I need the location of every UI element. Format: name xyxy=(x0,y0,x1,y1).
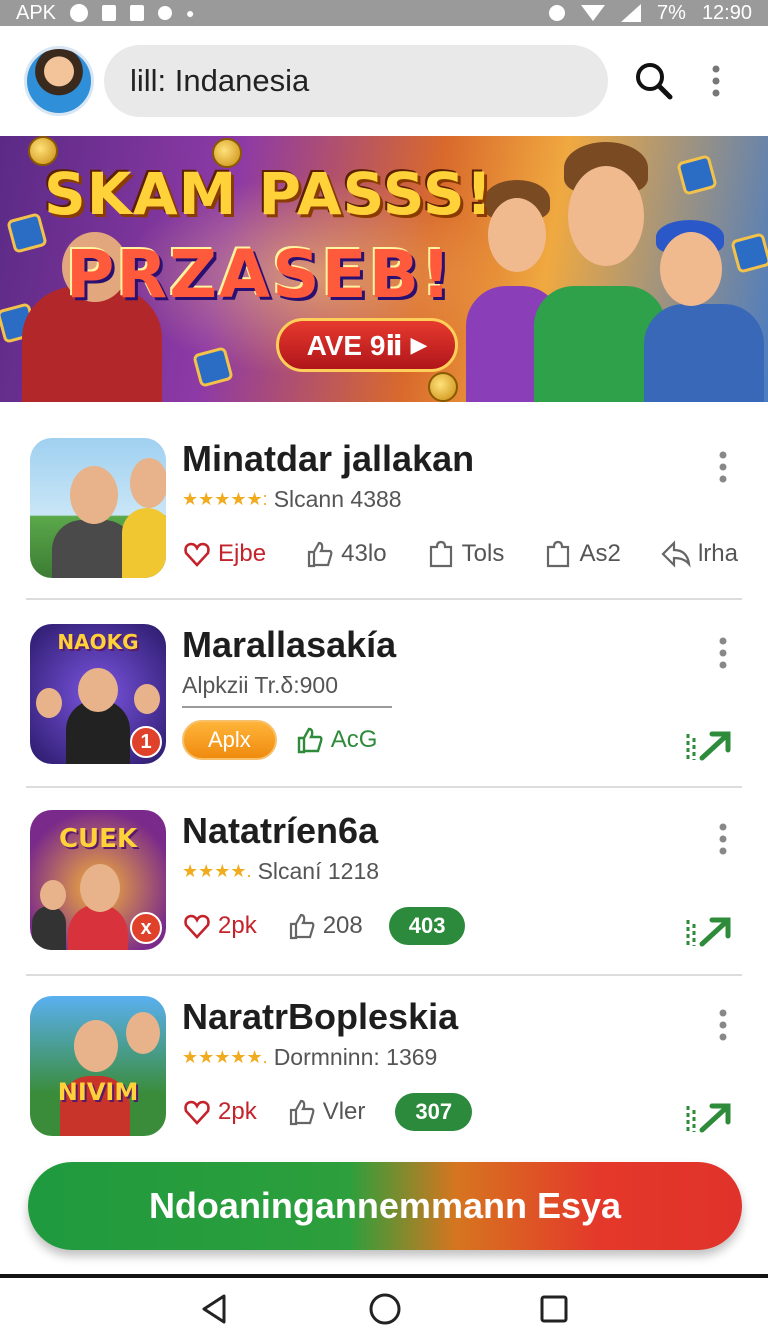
app-title[interactable]: NaratrBopleskia xyxy=(182,996,458,1038)
count-pill[interactable]: 403 xyxy=(388,907,466,945)
rating-stars: ★★★★. xyxy=(182,861,252,881)
item-actions: Aplx AcG xyxy=(182,720,377,760)
action-thumbs-up[interactable]: 43lo xyxy=(305,539,387,569)
puzzle-icon xyxy=(429,540,452,568)
banner-cta-button[interactable]: AVE 9ⅱ ▶ xyxy=(276,318,458,372)
rating-stars: ★★★★★. xyxy=(182,1047,268,1067)
more-vert-icon[interactable] xyxy=(706,59,726,103)
search-bar[interactable]: lill: Indanesia xyxy=(104,45,608,117)
nav-bar-edge xyxy=(0,1274,768,1278)
app-subtitle-text: Slcaní 1218 xyxy=(257,858,380,884)
app-thumbnail[interactable] xyxy=(30,438,166,578)
file-icon xyxy=(130,5,145,21)
status-bar: APK ● 7% 12:90 xyxy=(0,0,768,26)
thumbs-up-icon xyxy=(289,1099,315,1126)
banner-cta-label: AVE 9ⅱ xyxy=(306,329,403,361)
more-vert-icon[interactable] xyxy=(718,1008,734,1042)
back-icon[interactable] xyxy=(198,1292,232,1326)
coin-graphic xyxy=(428,372,458,402)
action-tools[interactable]: Tols xyxy=(426,539,504,569)
status-app-label: APK xyxy=(16,1,57,24)
search-bar-text: lill: Indanesia xyxy=(130,63,310,98)
alarm-icon xyxy=(549,5,566,21)
home-icon[interactable] xyxy=(367,1291,403,1327)
more-notifications-icon: ● xyxy=(186,5,195,21)
thumbs-up-icon xyxy=(289,913,315,940)
banner-headline: SKAM PASSS! xyxy=(44,160,494,228)
app-thumbnail[interactable]: NIVIM xyxy=(30,996,166,1136)
badge-count: 1 xyxy=(130,726,162,758)
avatar[interactable] xyxy=(24,46,94,116)
system-nav-bar xyxy=(0,1274,768,1344)
action-share[interactable]: As2 xyxy=(543,539,621,569)
action-thumbs-up[interactable]: AcG xyxy=(295,725,377,755)
promo-banner[interactable]: SKAM PASSS! PRZASEB! AVE 9ⅱ ▶ xyxy=(0,136,768,402)
app-subtitle-text: Alpkzii Tr.δ:900 xyxy=(182,672,338,698)
action-thumbs-up[interactable]: 208 xyxy=(287,911,363,941)
share-arrow-icon xyxy=(661,540,691,568)
recents-icon[interactable] xyxy=(538,1293,570,1325)
clock: 12:90 xyxy=(701,1,752,24)
trending-up-icon[interactable] xyxy=(686,726,738,766)
app-subtitle-text: Dormninn: 1369 xyxy=(273,1044,438,1070)
list-item[interactable]: CUEK x Natatríen6a ★★★★. Slcaní 1218 2pk… xyxy=(0,774,768,960)
item-actions: 2pk 208 403 xyxy=(182,906,466,946)
app-title[interactable]: Marallasakía xyxy=(182,624,396,666)
action-thumbs-up[interactable]: Vler xyxy=(287,1097,365,1127)
app-subtitle: Alpkzii Tr.δ:900 xyxy=(182,672,338,699)
app-subtitle-text: Slcann 4388 xyxy=(273,486,402,512)
top-app-bar: lill: Indanesia xyxy=(0,26,768,136)
wifi-icon xyxy=(581,5,606,21)
list-item[interactable]: Minatdar jallakan ★★★★★: Slcann 4388 Ejb… xyxy=(0,402,768,588)
more-vert-icon[interactable] xyxy=(718,636,734,670)
app-subtitle: ★★★★. Slcaní 1218 xyxy=(182,858,379,885)
battery-level: 7% xyxy=(657,1,686,24)
trending-up-icon[interactable] xyxy=(686,1098,738,1138)
heart-icon xyxy=(184,542,210,567)
more-vert-icon[interactable] xyxy=(718,822,734,856)
thumbnail-title: NAOKG xyxy=(57,630,139,654)
game-tile-graphic xyxy=(6,212,48,254)
app-subtitle: ★★★★★. Dormninn: 1369 xyxy=(182,1044,437,1071)
app-thumbnail[interactable]: NAOKG 1 xyxy=(30,624,166,764)
trending-up-icon[interactable] xyxy=(686,912,738,952)
apply-button[interactable]: Aplx xyxy=(182,720,277,760)
list-item[interactable]: NIVIM NaratrBopleskia ★★★★★. Dormninn: 1… xyxy=(0,960,768,1146)
item-actions: Ejbe 43lo Tols As2 lrha xyxy=(182,534,738,574)
signal-icon xyxy=(621,4,642,22)
app-title[interactable]: Minatdar jallakan xyxy=(182,438,474,480)
subtitle-underline xyxy=(182,706,392,708)
banner-subheadline: PRZASEB! xyxy=(66,236,454,313)
app-notification-icon xyxy=(158,6,173,20)
thumbnail-title: CUEK xyxy=(58,824,138,854)
action-like[interactable]: 2pk xyxy=(182,1097,257,1127)
play-arrow-icon: ▶ xyxy=(410,332,428,357)
item-actions: 2pk Vler 307 xyxy=(182,1092,473,1132)
action-like[interactable]: Ejbe xyxy=(182,539,266,569)
action-like[interactable]: 2pk xyxy=(182,911,257,941)
app-thumbnail[interactable]: CUEK x xyxy=(30,810,166,950)
search-icon[interactable] xyxy=(632,59,676,103)
notification-icon xyxy=(70,4,89,22)
banner-boy-right xyxy=(640,136,768,402)
primary-cta-label: Ndoaningannemmann Esya xyxy=(148,1185,622,1226)
heart-icon xyxy=(184,914,210,939)
app-title[interactable]: Natatríen6a xyxy=(182,810,378,852)
thumbs-up-icon xyxy=(308,541,333,568)
action-forward[interactable]: lrha xyxy=(660,539,738,569)
badge-close: x xyxy=(130,912,162,944)
heart-icon xyxy=(184,1100,210,1125)
list-item[interactable]: NAOKG 1 Marallasakía Alpkzii Tr.δ:900 Ap… xyxy=(0,588,768,774)
thumbnail-title: NIVIM xyxy=(57,1078,139,1106)
thumbs-up-icon xyxy=(297,727,323,754)
primary-cta-button[interactable]: Ndoaningannemmann Esya xyxy=(28,1162,742,1250)
count-pill[interactable]: 307 xyxy=(395,1093,473,1131)
more-vert-icon[interactable] xyxy=(718,450,734,484)
app-subtitle: ★★★★★: Slcann 4388 xyxy=(182,486,402,513)
puzzle-icon xyxy=(547,540,570,568)
rating-stars: ★★★★★: xyxy=(182,489,268,509)
screenshot-icon xyxy=(102,5,117,21)
